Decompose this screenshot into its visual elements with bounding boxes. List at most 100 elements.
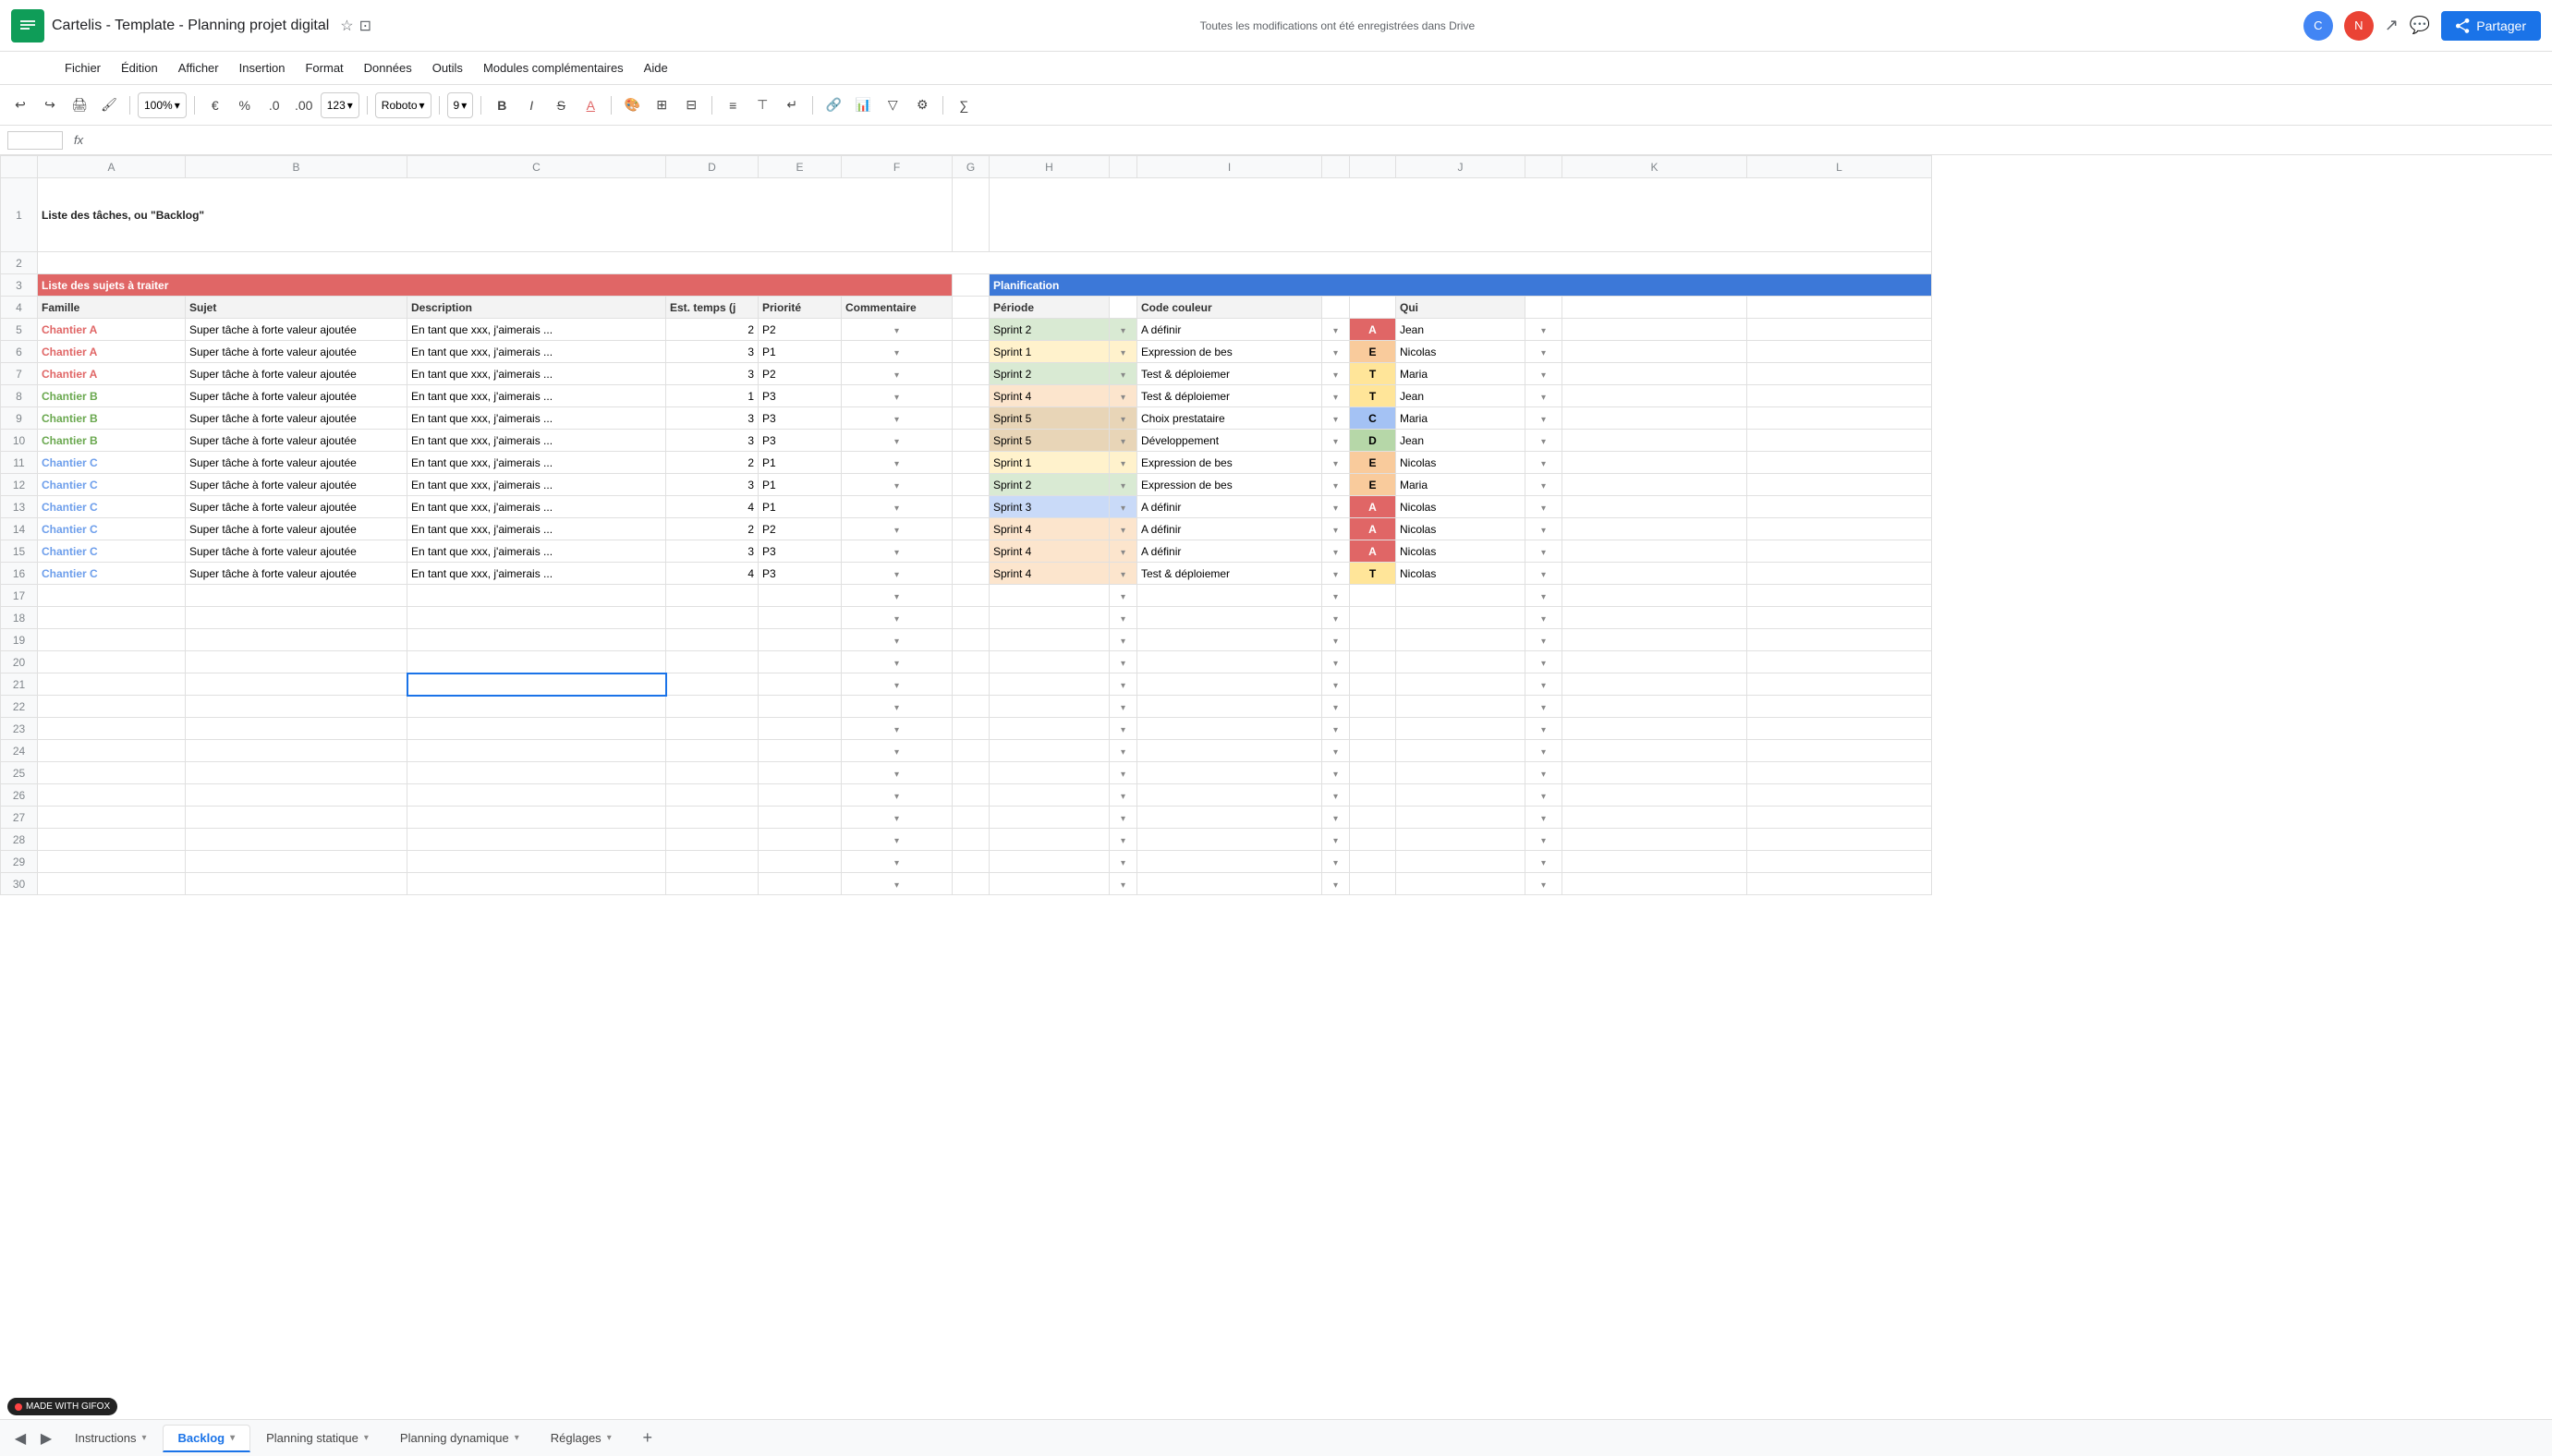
qui-dropdown[interactable]: ▾ — [1525, 496, 1562, 518]
qui-dropdown[interactable]: ▾ — [1525, 319, 1562, 341]
add-sheet-button[interactable]: + — [635, 1426, 661, 1451]
r30-priorite-dd[interactable]: ▾ — [842, 873, 953, 895]
r30-c3[interactable] — [666, 873, 759, 895]
share-button[interactable]: Partager — [2441, 11, 2541, 41]
r30-c4[interactable] — [759, 873, 842, 895]
priorite-dropdown[interactable]: ▾ — [842, 341, 953, 363]
col-A-header[interactable]: A — [38, 156, 186, 178]
r26-c2[interactable] — [407, 784, 666, 807]
r23-qui[interactable] — [1396, 718, 1525, 740]
menu-aide[interactable]: Aide — [635, 57, 677, 79]
est-temps-cell[interactable]: 3 — [666, 474, 759, 496]
est-temps-cell[interactable]: 2 — [666, 319, 759, 341]
famille-cell[interactable]: Chantier C — [38, 496, 186, 518]
r21-code-dd[interactable]: ▾ — [1322, 673, 1350, 696]
famille-cell[interactable]: Chantier A — [38, 341, 186, 363]
periode-cell[interactable]: Sprint 5 — [990, 407, 1110, 430]
r17-c2[interactable] — [407, 585, 666, 607]
famille-cell[interactable]: Chantier A — [38, 319, 186, 341]
code-dropdown[interactable]: ▾ — [1322, 363, 1350, 385]
periode-cell[interactable]: Sprint 2 — [990, 363, 1110, 385]
r17-c1[interactable] — [186, 585, 407, 607]
next-sheet-button[interactable]: ▶ — [33, 1426, 59, 1451]
tab-reglages[interactable]: Réglages ▾ — [535, 1425, 627, 1451]
periode-cell[interactable]: Sprint 4 — [990, 563, 1110, 585]
r20-periode[interactable] — [990, 651, 1110, 673]
priorite-dropdown[interactable]: ▾ — [842, 496, 953, 518]
qui-cell[interactable]: Nicolas — [1396, 563, 1525, 585]
qui-dropdown[interactable]: ▾ — [1525, 385, 1562, 407]
r17-c4[interactable] — [759, 585, 842, 607]
code-dropdown[interactable]: ▾ — [1322, 430, 1350, 452]
priorite-cell[interactable]: P2 — [759, 518, 842, 540]
tab-planning-dynamique[interactable]: Planning dynamique ▾ — [384, 1425, 535, 1451]
r20-qui-dd[interactable]: ▾ — [1525, 651, 1562, 673]
sujet-cell[interactable]: Super tâche à forte valeur ajoutée — [186, 540, 407, 563]
r21-periode[interactable] — [990, 673, 1110, 696]
cell-reference-input[interactable] — [7, 131, 63, 150]
r30-code-dd[interactable]: ▾ — [1322, 873, 1350, 895]
code-dropdown[interactable]: ▾ — [1322, 518, 1350, 540]
r29-priorite-dd[interactable]: ▾ — [842, 851, 953, 873]
r17-qui-dd[interactable]: ▾ — [1525, 585, 1562, 607]
code-couleur-cell[interactable]: A définir — [1137, 540, 1322, 563]
priorite-cell[interactable]: P3 — [759, 540, 842, 563]
r20-c2[interactable] — [407, 651, 666, 673]
r28-periode[interactable] — [990, 829, 1110, 851]
r21-c4[interactable] — [759, 673, 842, 696]
famille-cell[interactable]: Chantier B — [38, 385, 186, 407]
r19-c3[interactable] — [666, 629, 759, 651]
priorite-dropdown[interactable]: ▾ — [842, 540, 953, 563]
r18-qui-dd[interactable]: ▾ — [1525, 607, 1562, 629]
r17-code[interactable] — [1137, 585, 1322, 607]
priorite-dropdown[interactable]: ▾ — [842, 518, 953, 540]
code-dropdown[interactable]: ▾ — [1322, 319, 1350, 341]
col-D-header[interactable]: D — [666, 156, 759, 178]
code-dropdown[interactable]: ▾ — [1322, 407, 1350, 430]
sujet-cell[interactable]: Super tâche à forte valeur ajoutée — [186, 363, 407, 385]
code-couleur-cell[interactable]: Développement — [1137, 430, 1322, 452]
r22-periode[interactable] — [990, 696, 1110, 718]
r19-code[interactable] — [1137, 629, 1322, 651]
est-temps-cell[interactable]: 3 — [666, 407, 759, 430]
format-type-dropdown[interactable]: 123 ▾ — [321, 92, 359, 118]
decimal-decrease-button[interactable]: .0 — [261, 92, 287, 118]
periode-dropdown[interactable]: ▾ — [1110, 430, 1137, 452]
r29-c1[interactable] — [186, 851, 407, 873]
sujet-cell[interactable]: Super tâche à forte valeur ajoutée — [186, 341, 407, 363]
periode-dropdown[interactable]: ▾ — [1110, 452, 1137, 474]
r17-periode-dd[interactable]: ▾ — [1110, 585, 1137, 607]
r20-c4[interactable] — [759, 651, 842, 673]
r24-periode-dd[interactable]: ▾ — [1110, 740, 1137, 762]
r25-c4[interactable] — [759, 762, 842, 784]
r24-qui-dd[interactable]: ▾ — [1525, 740, 1562, 762]
r24-c4[interactable] — [759, 740, 842, 762]
text-color-button[interactable]: A — [577, 92, 603, 118]
description-cell[interactable]: En tant que xxx, j'aimerais ... — [407, 341, 666, 363]
description-cell[interactable]: En tant que xxx, j'aimerais ... — [407, 407, 666, 430]
r19-qui[interactable] — [1396, 629, 1525, 651]
r19-c4[interactable] — [759, 629, 842, 651]
r19-c0[interactable] — [38, 629, 186, 651]
r27-code[interactable] — [1137, 807, 1322, 829]
r27-c0[interactable] — [38, 807, 186, 829]
r30-qui-dd[interactable]: ▾ — [1525, 873, 1562, 895]
prev-sheet-button[interactable]: ◀ — [7, 1426, 33, 1451]
r18-periode[interactable] — [990, 607, 1110, 629]
priorite-cell[interactable]: P2 — [759, 363, 842, 385]
r25-priorite-dd[interactable]: ▾ — [842, 762, 953, 784]
r26-c0[interactable] — [38, 784, 186, 807]
r22-periode-dd[interactable]: ▾ — [1110, 696, 1137, 718]
paint-format-button[interactable]: 🖌 — [96, 92, 122, 118]
famille-cell[interactable]: Chantier C — [38, 518, 186, 540]
r26-c1[interactable] — [186, 784, 407, 807]
r23-c2[interactable] — [407, 718, 666, 740]
periode-dropdown[interactable]: ▾ — [1110, 563, 1137, 585]
famille-cell[interactable]: Chantier A — [38, 363, 186, 385]
tab-instructions[interactable]: Instructions ▾ — [59, 1425, 163, 1451]
r29-c0[interactable] — [38, 851, 186, 873]
code-couleur-cell[interactable]: Expression de bes — [1137, 452, 1322, 474]
r28-priorite-dd[interactable]: ▾ — [842, 829, 953, 851]
r22-priorite-dd[interactable]: ▾ — [842, 696, 953, 718]
r29-code-dd[interactable]: ▾ — [1322, 851, 1350, 873]
